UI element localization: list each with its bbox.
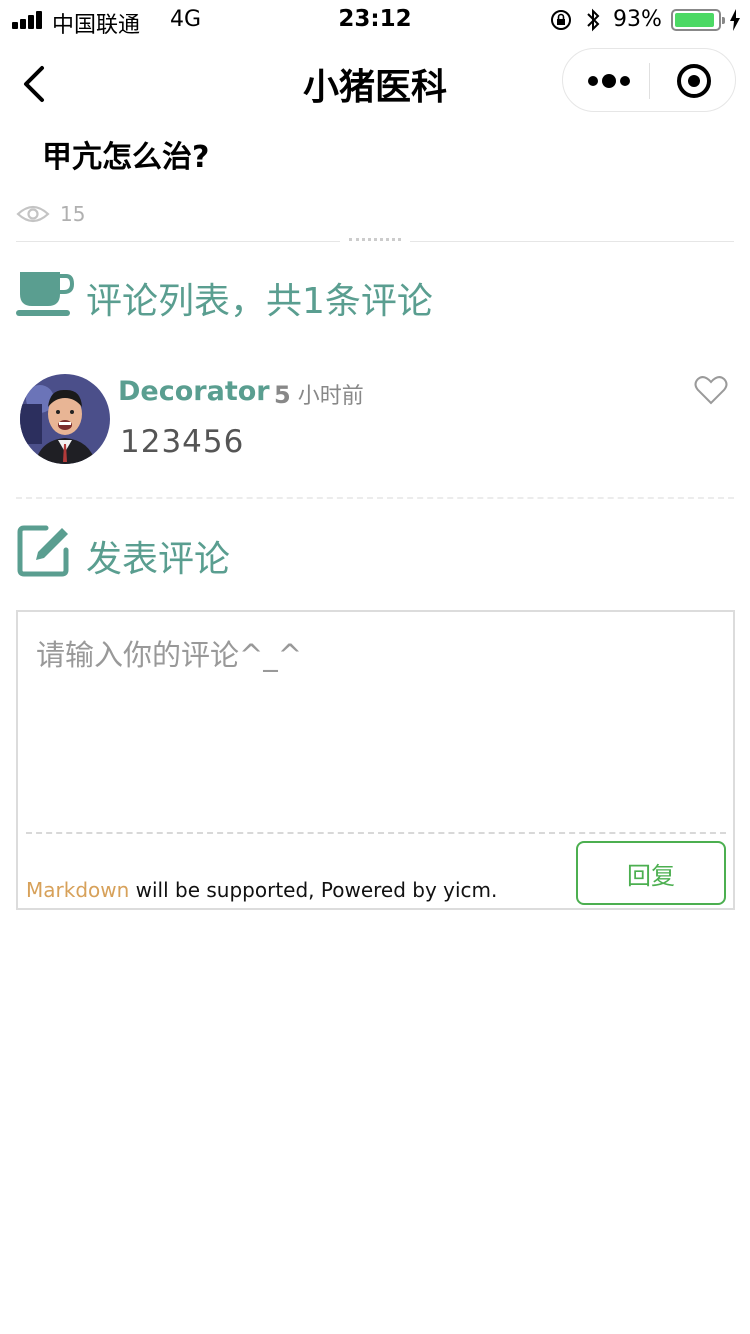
post-comment-heading: 发表评论	[86, 539, 231, 580]
miniprogram-capsule	[562, 48, 736, 112]
avatar[interactable]	[20, 374, 110, 464]
divider-left	[16, 241, 340, 242]
comments-heading: 评论列表，共1条评论	[86, 281, 433, 322]
comment-author[interactable]: Decorator	[118, 376, 270, 407]
edit-icon	[17, 525, 69, 577]
editor-footer: Markdown will be supported, Powered by y…	[26, 878, 497, 902]
comment-separator	[16, 497, 734, 499]
bluetooth-icon	[587, 8, 600, 32]
coffee-cup-icon	[16, 272, 74, 316]
nav-bar: 小猪医科	[0, 40, 750, 128]
heart-icon[interactable]	[694, 374, 728, 406]
divider-dots	[349, 238, 401, 242]
close-miniprogram-icon[interactable]	[675, 62, 713, 100]
comment-time-unit: 小时前	[297, 384, 364, 409]
editor-separator	[26, 832, 726, 834]
eye-icon	[16, 205, 50, 223]
orientation-lock-icon	[551, 10, 571, 30]
view-count: 15	[60, 202, 86, 226]
comment-input[interactable]	[28, 624, 718, 824]
reply-button[interactable]: 回复	[576, 841, 726, 905]
battery-percent: 93%	[613, 7, 662, 32]
article-title: 甲亢怎么治?	[42, 140, 210, 175]
markdown-link[interactable]: Markdown	[26, 878, 129, 902]
divider-right	[410, 241, 734, 242]
comment-editor: Markdown will be supported, Powered by y…	[16, 610, 735, 910]
more-icon[interactable]	[583, 65, 635, 97]
capsule-divider	[649, 63, 650, 99]
battery-icon	[671, 9, 725, 31]
comment-text: 123456	[120, 424, 245, 460]
status-bar: 中国联通 4G 23:12 93%	[0, 0, 750, 40]
comment-time: 5 小时前	[274, 378, 364, 410]
comment-time-number: 5	[274, 381, 291, 409]
editor-footer-text: will be supported, Powered by yicm.	[129, 878, 498, 902]
charging-icon	[730, 9, 740, 31]
